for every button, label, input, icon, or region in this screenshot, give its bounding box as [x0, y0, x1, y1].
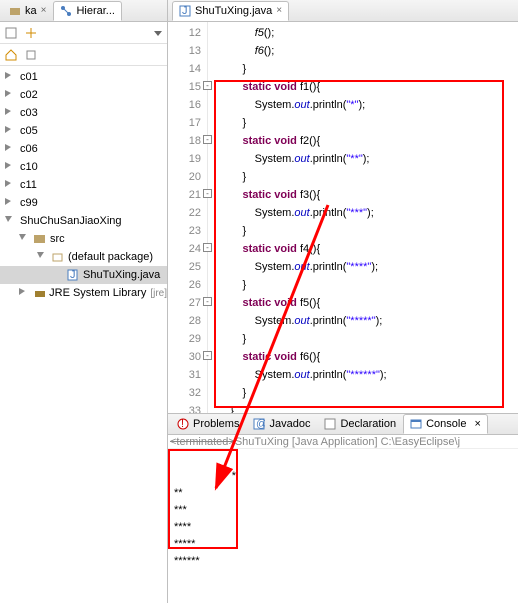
tree-item[interactable]: c10: [0, 158, 167, 176]
fold-toggle-icon[interactable]: -: [203, 81, 212, 90]
package-icon: [9, 5, 21, 17]
bottom-view-tabs: !Problems@JavadocDeclarationConsole×: [168, 414, 518, 435]
tree-item[interactable]: c06: [0, 140, 167, 158]
tree-java-file[interactable]: JShuTuXing.java: [0, 266, 167, 284]
tree-item[interactable]: c99: [0, 194, 167, 212]
console-status: <terminated> ShuTuXing [Java Application…: [168, 435, 518, 449]
java-file-icon: J: [179, 5, 191, 17]
annotation-box: [168, 449, 238, 549]
view-tab-javadoc[interactable]: @Javadoc: [246, 414, 317, 434]
fold-toggle-icon[interactable]: -: [203, 351, 212, 360]
left-view-tabs: ka × Hierar...: [0, 0, 167, 22]
view-tab-problems[interactable]: !Problems: [170, 414, 246, 434]
line-number-gutter: 12131415-161718-192021-222324-252627-282…: [168, 22, 208, 413]
filter-icon[interactable]: [24, 48, 38, 62]
code-line[interactable]: f6();: [218, 42, 518, 60]
package-explorer-tree[interactable]: c01c02c03c05c06c10c11c99ShuChuSanJiaoXin…: [0, 66, 167, 603]
left-toolbar-2: [0, 44, 167, 66]
tree-item[interactable]: c02: [0, 86, 167, 104]
console-launch-label: ShuTuXing [Java Application] C:\EasyEcli…: [235, 436, 460, 448]
problems-icon: !: [177, 418, 189, 430]
package-icon: [52, 251, 64, 263]
editor-tabs: J ShuTuXing.java ×: [168, 0, 518, 22]
fold-toggle-icon[interactable]: -: [203, 243, 212, 252]
console-terminated-label: <terminated>: [170, 436, 235, 448]
fold-toggle-icon[interactable]: -: [203, 297, 212, 306]
tree-item[interactable]: c05: [0, 122, 167, 140]
editor-tab[interactable]: J ShuTuXing.java ×: [172, 1, 289, 21]
library-icon: [34, 287, 46, 299]
src-folder-icon: [34, 233, 46, 245]
console-icon: [410, 418, 422, 430]
view-menu-icon[interactable]: [153, 28, 163, 38]
svg-text:!: !: [181, 418, 184, 430]
tree-jre[interactable]: JRE System Library [jre]: [0, 284, 167, 302]
fold-toggle-icon[interactable]: -: [203, 189, 212, 198]
tab-hierarchy[interactable]: Hierar...: [53, 1, 122, 21]
code-line[interactable]: f5();: [218, 24, 518, 42]
javadoc-icon: @: [253, 418, 265, 430]
tab-package-explorer[interactable]: ka ×: [2, 1, 53, 21]
svg-text:J: J: [70, 269, 76, 281]
collapse-all-icon[interactable]: [4, 26, 18, 40]
fold-toggle-icon[interactable]: -: [203, 135, 212, 144]
tree-src-folder[interactable]: src: [0, 230, 167, 248]
tree-item[interactable]: c01: [0, 68, 167, 86]
editor-tab-label: ShuTuXing.java: [195, 5, 272, 17]
tab-label: ka: [25, 5, 37, 17]
console-output[interactable]: * ** *** **** ***** ******: [168, 449, 518, 603]
view-tab-declaration[interactable]: Declaration: [317, 414, 403, 434]
tree-package[interactable]: (default package): [0, 248, 167, 266]
home-icon[interactable]: [4, 48, 18, 62]
view-tab-console[interactable]: Console×: [403, 414, 488, 434]
tree-item[interactable]: c03: [0, 104, 167, 122]
link-editor-icon[interactable]: [24, 26, 38, 40]
close-icon[interactable]: ×: [474, 418, 480, 430]
code-editor[interactable]: 12131415-161718-192021-222324-252627-282…: [168, 22, 518, 413]
annotation-box: [214, 80, 504, 408]
hierarchy-icon: [60, 5, 72, 17]
svg-text:@: @: [256, 418, 265, 430]
java-file-icon: J: [67, 269, 79, 281]
tab-label: Hierar...: [76, 5, 115, 17]
tree-project[interactable]: ShuChuSanJiaoXing: [0, 212, 167, 230]
close-icon[interactable]: ×: [276, 5, 282, 16]
decl-icon: [324, 418, 336, 430]
tree-item[interactable]: c11: [0, 176, 167, 194]
svg-text:J: J: [182, 5, 188, 17]
left-toolbar: [0, 22, 167, 44]
code-line[interactable]: }: [218, 60, 518, 78]
close-icon[interactable]: ×: [41, 5, 47, 16]
